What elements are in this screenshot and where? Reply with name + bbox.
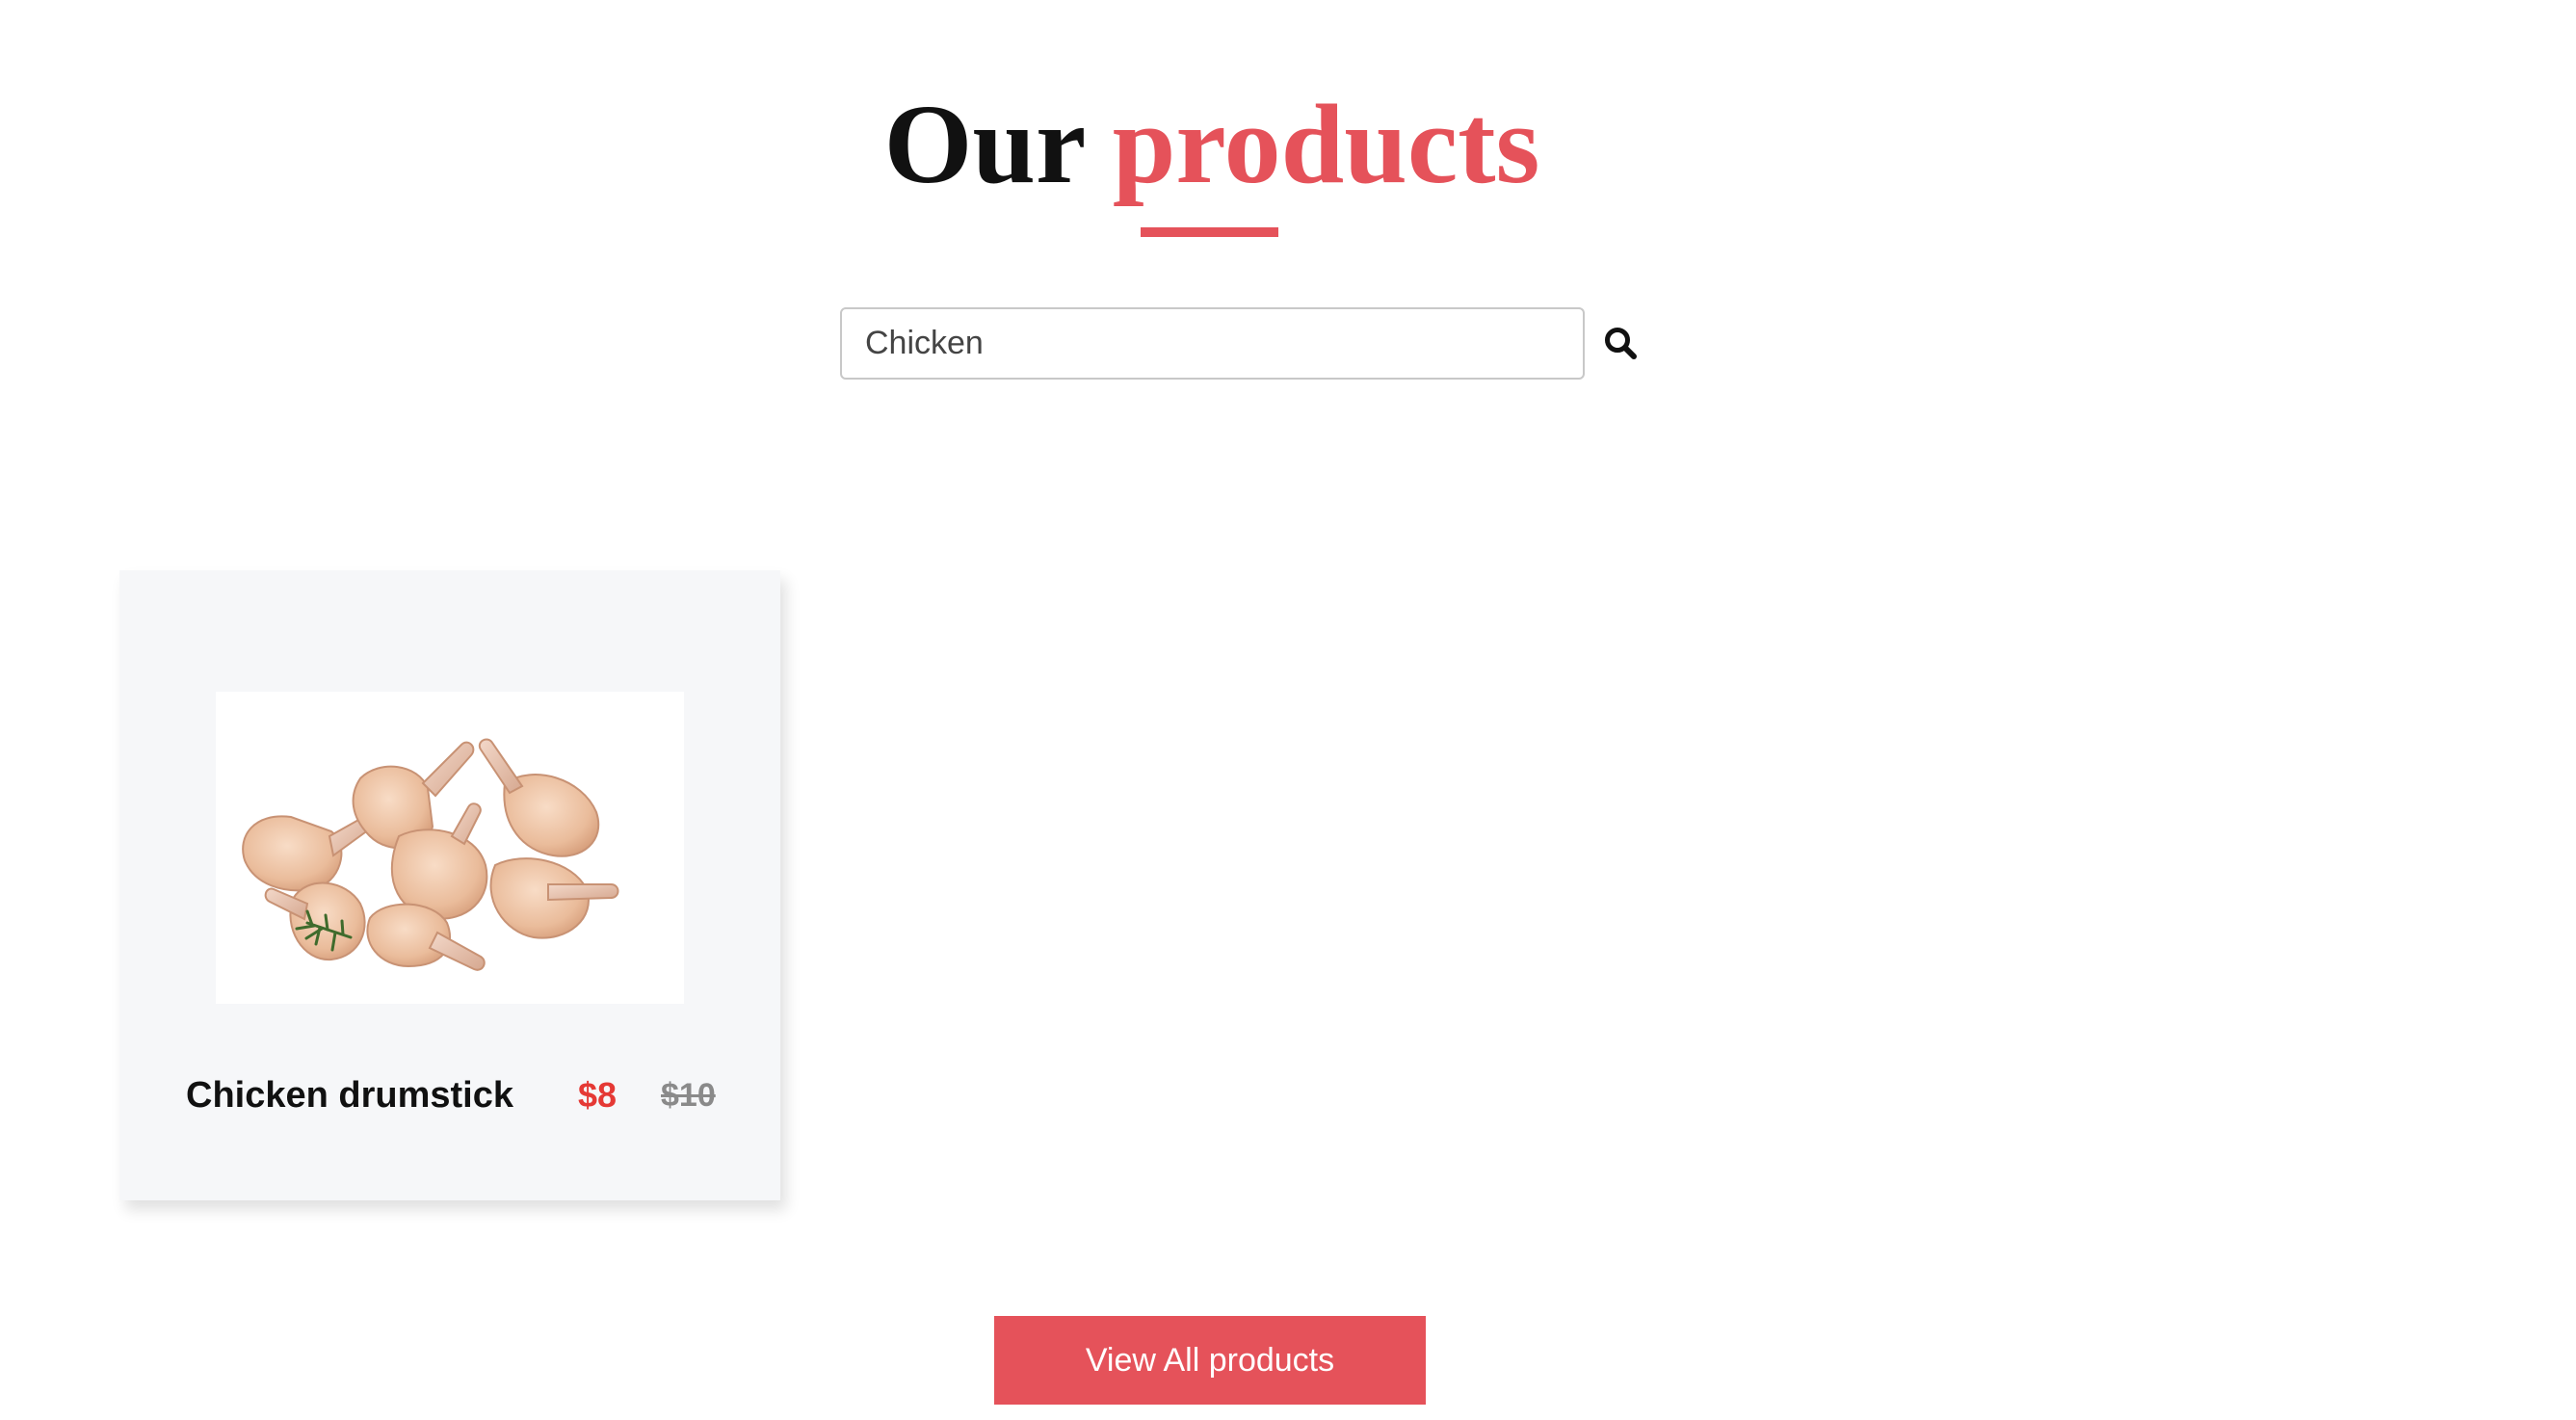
section-title-plain: Our <box>883 81 1085 207</box>
chicken-drumsticks-image <box>242 738 619 971</box>
search-icon <box>1605 328 1637 359</box>
product-image[interactable] <box>216 692 684 1004</box>
title-underline <box>1141 227 1278 237</box>
search-input[interactable] <box>840 307 1585 380</box>
section-title-accent: products <box>1112 81 1540 207</box>
section-title: Our products <box>0 77 2424 212</box>
product-card[interactable]: Chicken drumstick $8 $10 <box>119 570 780 1200</box>
product-name[interactable]: Chicken drumstick <box>186 1071 513 1119</box>
search-button[interactable] <box>1599 322 1643 366</box>
product-old-price: $10 <box>661 1077 716 1114</box>
product-price: $8 <box>578 1075 618 1115</box>
view-all-products-button[interactable]: View All products <box>994 1316 1426 1405</box>
